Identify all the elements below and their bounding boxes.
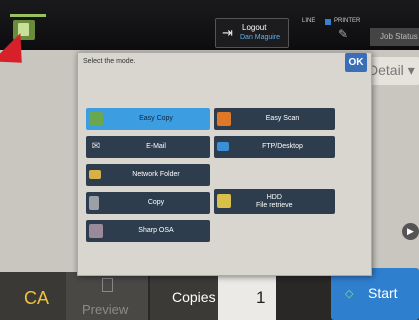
- top-bar: ⇥ Logout Dan Maguire LINE PRINTER ✎ Job …: [0, 0, 419, 50]
- copies-value-field[interactable]: 1: [218, 272, 276, 320]
- detail-label: Detail: [368, 62, 404, 78]
- printer-status-icon: [325, 19, 331, 25]
- mode-ftp-desktop-button[interactable]: FTP/Desktop: [214, 136, 335, 158]
- printer-indicator: PRINTER: [334, 18, 361, 24]
- desktop-icon: [217, 142, 229, 151]
- line-indicator: LINE: [302, 18, 316, 24]
- mode-label: Copy: [147, 199, 165, 206]
- email-icon: ✉: [91, 141, 101, 152]
- job-status-button[interactable]: Job Status: [370, 28, 419, 46]
- preview-button[interactable]: Preview: [66, 272, 148, 320]
- folder-icon: [89, 170, 101, 179]
- pen-icon: ✎: [338, 27, 349, 41]
- mode-label: Easy Scan: [265, 115, 300, 122]
- logout-button[interactable]: ⇥ Logout Dan Maguire: [215, 18, 289, 48]
- start-label: Start: [368, 285, 398, 301]
- logout-icon: ⇥: [222, 25, 233, 40]
- mode-sharp-osa-button[interactable]: Sharp OSA: [86, 220, 210, 242]
- copy-icon: [89, 196, 99, 210]
- mode-easy-copy-button[interactable]: Easy Copy: [86, 108, 210, 130]
- mode-label: Network Folder: [132, 171, 180, 178]
- mode-select-dialog: Select the mode. OK Easy Copy Easy Scan …: [77, 52, 372, 276]
- mode-label: E-Mail: [146, 143, 166, 150]
- mode-email-button[interactable]: ✉ E-Mail: [86, 136, 210, 158]
- mode-easy-scan-button[interactable]: Easy Scan: [214, 108, 335, 130]
- mode-copy-button[interactable]: Copy: [86, 192, 210, 214]
- mode-label: HDD File retrieve: [256, 193, 293, 209]
- dialog-title: Select the mode.: [83, 58, 136, 65]
- preview-icon: [102, 278, 113, 292]
- mode-label: Easy Copy: [139, 115, 173, 122]
- mode-network-folder-button[interactable]: Network Folder: [86, 164, 210, 186]
- mode-label: Sharp OSA: [138, 227, 174, 234]
- clear-all-button[interactable]: CA: [0, 272, 66, 320]
- copies-label: Copies: [150, 272, 218, 320]
- preview-label: Preview: [82, 302, 129, 317]
- logout-label: Logout: [242, 23, 267, 32]
- user-name: Dan Maguire: [240, 34, 281, 41]
- chevron-down-icon: ▾: [407, 62, 415, 78]
- home-indicator: [10, 14, 46, 17]
- scroll-right-button[interactable]: ▶: [402, 223, 419, 240]
- start-icon: ◇: [345, 288, 354, 300]
- hdd-icon: [217, 194, 231, 208]
- ok-button[interactable]: OK: [345, 53, 367, 72]
- copy-icon: [89, 112, 103, 126]
- mode-hdd-file-retrieve-button[interactable]: HDD File retrieve: [214, 189, 335, 214]
- osa-icon: [89, 224, 103, 238]
- mode-label: FTP/Desktop: [262, 143, 303, 150]
- scan-icon: [217, 112, 231, 126]
